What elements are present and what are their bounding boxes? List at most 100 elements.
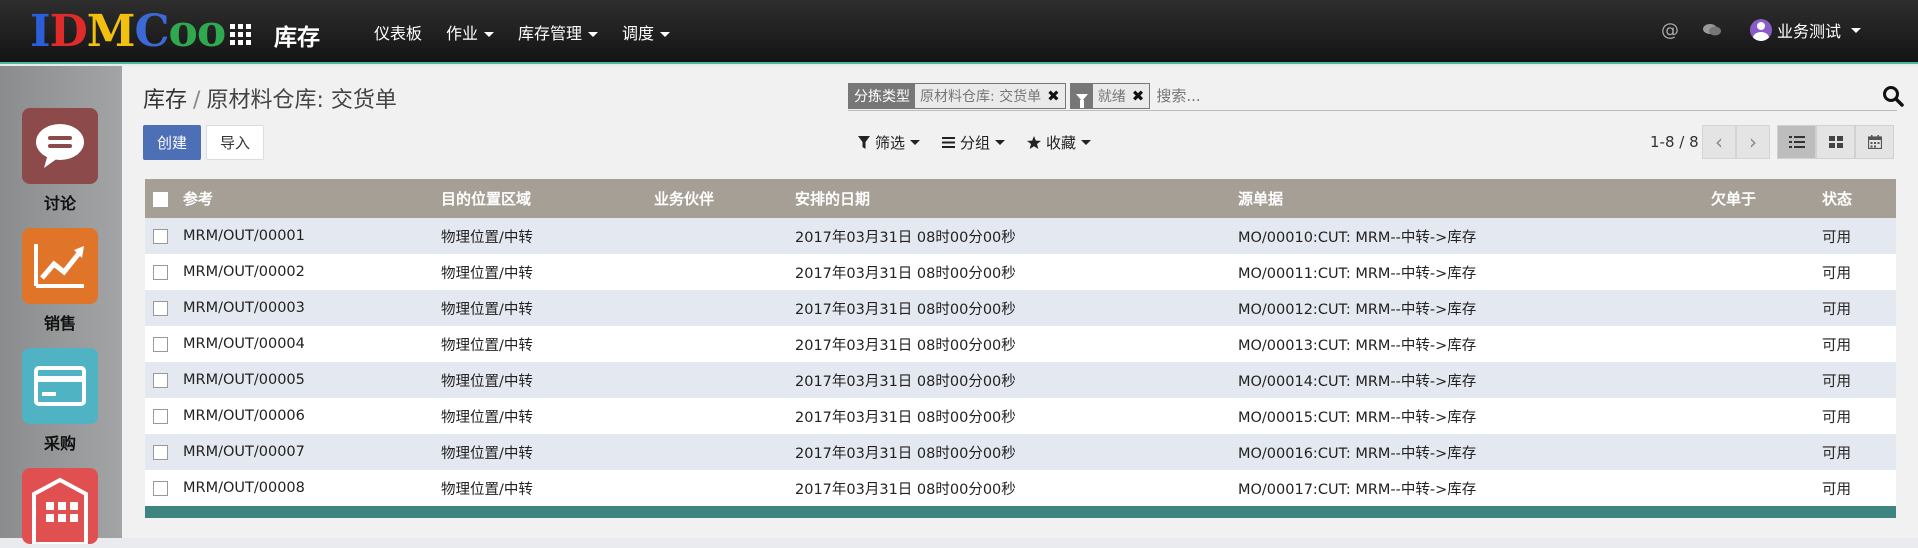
mention-icon[interactable]: @ — [1661, 20, 1679, 41]
sidebar-item-inventory[interactable] — [22, 468, 98, 546]
group-dropdown[interactable]: 分组 — [942, 132, 1006, 153]
row-checkbox[interactable] — [145, 362, 183, 398]
cell-source: MO/00012:CUT: MRM--中转->库存 — [1238, 290, 1711, 326]
table-row[interactable]: MRM/OUT/00006 物理位置/中转 2017年03月31日 08时00分00… — [145, 398, 1896, 434]
cell-backorder — [1711, 362, 1822, 398]
cell-source: MO/00010:CUT: MRM--中转->库存 — [1238, 218, 1711, 254]
cell-partner — [654, 290, 795, 326]
table-row[interactable]: MRM/OUT/00003 物理位置/中转 2017年03月31日 08时00分00… — [145, 290, 1896, 326]
chevron-down-icon — [588, 32, 599, 37]
user-menu[interactable]: 业务测试 — [1750, 18, 1862, 42]
cell-dest: 物理位置/中转 — [441, 326, 654, 362]
apps-grid-icon[interactable] — [230, 24, 251, 45]
row-checkbox[interactable] — [145, 398, 183, 434]
main-content: 库存 / 原材料仓库: 交货单 创建 导入 分拣类型 原材料仓库: 交货单 ✖ 就绪… — [122, 66, 1918, 538]
top-menu-label: 库存管理 — [518, 24, 583, 43]
search-options: 筛选 分组 收藏 — [858, 132, 1092, 153]
filter-icon — [1070, 84, 1093, 108]
pager-value[interactable]: 1-8 / 8 — [1650, 133, 1699, 151]
table-row[interactable]: MRM/OUT/00007 物理位置/中转 2017年03月31日 08时00分00… — [145, 434, 1896, 470]
search-input[interactable] — [1154, 84, 1897, 108]
cell-state: 可用 — [1822, 326, 1896, 362]
search-facet-picking-type: 分拣类型 原材料仓库: 交货单 ✖ — [848, 83, 1066, 109]
calendar-view-icon — [1867, 135, 1882, 149]
breadcrumb-parent[interactable]: 库存 — [143, 88, 187, 113]
kanban-view-button[interactable] — [1816, 125, 1855, 159]
column-header[interactable]: 目的位置区域 — [441, 179, 654, 218]
cell-dest: 物理位置/中转 — [441, 434, 654, 470]
breadcrumb-separator: / — [193, 88, 201, 113]
top-menu-item[interactable]: 作业 — [446, 20, 495, 44]
chevron-down-icon — [995, 140, 1006, 145]
cell-ref: MRM/OUT/00003 — [183, 290, 441, 326]
cell-date: 2017年03月31日 08时00分00秒 — [795, 218, 1238, 254]
remove-facet-icon[interactable]: ✖ — [1132, 87, 1145, 105]
import-button[interactable]: 导入 — [206, 125, 264, 160]
filter-dropdown[interactable]: 筛选 — [858, 132, 921, 153]
sidebar-item-label: 采购 — [43, 434, 76, 453]
logo-letter: o — [168, 6, 198, 57]
column-header[interactable]: 业务伙伴 — [654, 179, 795, 218]
row-checkbox[interactable] — [145, 290, 183, 326]
logo-letter: o — [196, 6, 226, 57]
row-checkbox[interactable] — [145, 326, 183, 362]
calendar-view-button[interactable] — [1855, 125, 1894, 159]
cell-date: 2017年03月31日 08时00分00秒 — [795, 254, 1238, 290]
table-row[interactable]: MRM/OUT/00001 物理位置/中转 2017年03月31日 08时00分00… — [145, 218, 1896, 254]
cell-state: 可用 — [1822, 218, 1896, 254]
chevron-down-icon — [1081, 140, 1092, 145]
row-checkbox[interactable] — [145, 218, 183, 254]
pager-buttons: ‹ › — [1702, 125, 1770, 159]
column-header[interactable]: 状态 — [1822, 179, 1896, 218]
column-header[interactable]: 参考 — [183, 179, 441, 218]
row-checkbox[interactable] — [145, 434, 183, 470]
favorites-dropdown[interactable]: 收藏 — [1027, 132, 1092, 153]
column-header[interactable]: 源单据 — [1238, 179, 1711, 218]
top-menu: 仪表板 作业 库存管理 调度 — [374, 20, 671, 44]
top-menu-item[interactable]: 库存管理 — [518, 20, 599, 44]
cell-ref: MRM/OUT/00005 — [183, 362, 441, 398]
top-menu-item[interactable]: 仪表板 — [374, 20, 422, 44]
row-checkbox[interactable] — [145, 470, 183, 506]
sidebar-item-purchase[interactable]: 采购 — [22, 348, 98, 454]
cell-source: MO/00013:CUT: MRM--中转->库存 — [1238, 326, 1711, 362]
user-name: 业务测试 — [1777, 22, 1842, 41]
chevron-down-icon — [660, 32, 671, 37]
column-header[interactable]: 欠单于 — [1711, 179, 1822, 218]
search-icon[interactable] — [1882, 85, 1904, 107]
pager-next-button[interactable]: › — [1736, 125, 1770, 159]
cell-state: 可用 — [1822, 254, 1896, 290]
table-row[interactable]: MRM/OUT/00005 物理位置/中转 2017年03月31日 08时00分00… — [145, 362, 1896, 398]
remove-facet-icon[interactable]: ✖ — [1047, 87, 1060, 105]
list-view-button[interactable] — [1777, 125, 1816, 159]
app-title[interactable]: 库存 — [274, 18, 320, 52]
cell-partner — [654, 326, 795, 362]
search-facet-ready: 就绪 ✖ — [1069, 83, 1151, 109]
cell-date: 2017年03月31日 08时00分00秒 — [795, 434, 1238, 470]
logo-letter: M — [86, 6, 136, 57]
cell-ref: MRM/OUT/00006 — [183, 398, 441, 434]
facet-value-wrap: 原材料仓库: 交货单 ✖ — [915, 84, 1065, 108]
table-row[interactable]: MRM/OUT/00008 物理位置/中转 2017年03月31日 08时00分00… — [145, 470, 1896, 506]
kanban-view-icon — [1828, 136, 1843, 148]
table-row[interactable]: MRM/OUT/00004 物理位置/中转 2017年03月31日 08时00分00… — [145, 326, 1896, 362]
sidebar-item-discuss[interactable]: 讨论 — [22, 108, 98, 214]
list-view: 参考 目的位置区域 业务伙伴 安排的日期 源单据 欠单于 状态 MRM/OUT/… — [145, 179, 1896, 518]
chat-icon[interactable] — [1703, 23, 1721, 37]
cell-backorder — [1711, 434, 1822, 470]
top-menu-item[interactable]: 调度 — [622, 20, 671, 44]
top-menu-label: 调度 — [622, 24, 655, 43]
cell-date: 2017年03月31日 08时00分00秒 — [795, 398, 1238, 434]
row-checkbox[interactable] — [145, 254, 183, 290]
cell-backorder — [1711, 218, 1822, 254]
pager-previous-button[interactable]: ‹ — [1702, 125, 1736, 159]
sidebar-item-sales[interactable]: 销售 — [22, 228, 98, 334]
avatar — [1750, 19, 1772, 41]
create-button[interactable]: 创建 — [143, 125, 201, 160]
column-header[interactable]: 安排的日期 — [795, 179, 1238, 218]
table-row[interactable]: MRM/OUT/00002 物理位置/中转 2017年03月31日 08时00分00… — [145, 254, 1896, 290]
select-all-checkbox[interactable] — [145, 179, 183, 218]
cell-ref: MRM/OUT/00001 — [183, 218, 441, 254]
logo[interactable]: IDMCoo — [30, 6, 226, 58]
chevron-down-icon — [1851, 27, 1862, 33]
